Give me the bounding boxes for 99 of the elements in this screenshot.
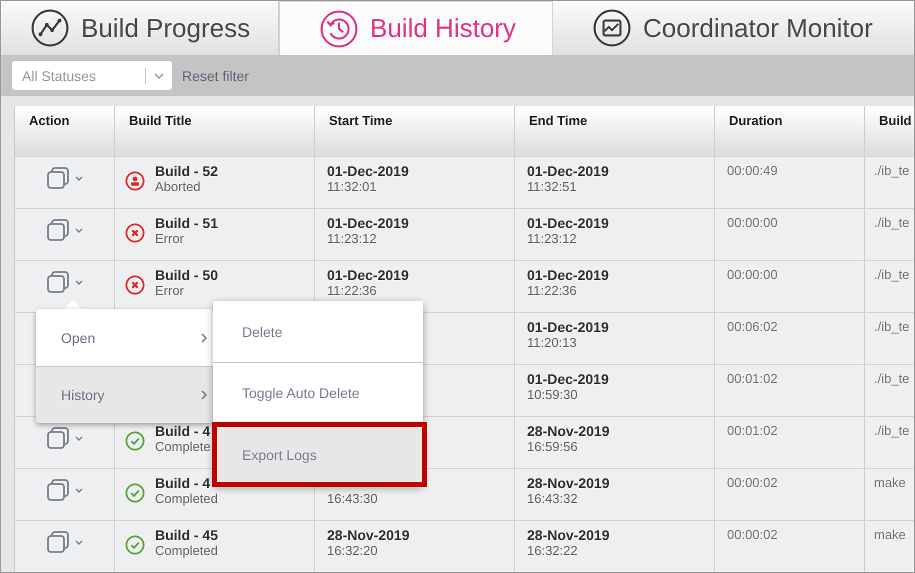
build-title: Build - 4 (155, 423, 211, 439)
start-time: 11:23:12 (327, 231, 378, 246)
build-command: ./ib_te (874, 371, 910, 386)
end-date: 28-Nov-2019 (527, 527, 610, 543)
duration: 00:00:00 (727, 267, 778, 282)
stacked-squares-icon (46, 479, 70, 501)
build-title: Build - 52 (155, 163, 218, 179)
duration: 00:00:02 (727, 475, 778, 490)
column-header: Build (865, 106, 914, 156)
start-date: 01-Dec-2019 (327, 163, 409, 179)
build-command: make (874, 475, 906, 490)
duration: 00:00:00 (727, 215, 778, 230)
tab[interactable]: Build History (279, 1, 553, 55)
column-header: Action (15, 106, 115, 156)
menu-item[interactable]: Export Logs (213, 423, 426, 486)
end-time: 16:32:22 (527, 543, 579, 558)
action-button[interactable] (46, 479, 83, 501)
action-button[interactable] (46, 531, 83, 553)
column-header: Build Title (115, 106, 315, 156)
end-time: 10:59:30 (527, 387, 579, 402)
chevron-down-icon (154, 72, 164, 78)
chevron-down-icon (75, 176, 83, 180)
end-time: 11:23:12 (527, 231, 578, 246)
duration: 00:06:02 (727, 319, 778, 334)
tab[interactable]: Build Progress (1, 1, 279, 55)
start-date: 01-Dec-2019 (327, 215, 409, 231)
start-date: 28-Nov-2019 (327, 527, 410, 543)
column-header: Duration (715, 106, 865, 156)
reset-filter-link[interactable]: Reset filter (182, 68, 249, 84)
build-title: Build - 45 (155, 527, 218, 543)
column-header: Start Time (315, 106, 515, 156)
stacked-squares-icon (46, 219, 70, 241)
build-status: Completed (155, 491, 218, 506)
check-icon (125, 431, 145, 451)
start-time: 11:22:36 (327, 283, 378, 298)
build-command: ./ib_te (874, 215, 910, 230)
check-icon (125, 535, 145, 555)
build-command: ./ib_te (874, 319, 910, 334)
clock-icon (320, 10, 358, 48)
duration: 00:00:49 (727, 163, 778, 178)
duration: 00:01:02 (727, 423, 778, 438)
end-time: 11:32:51 (527, 179, 578, 194)
chevron-down-icon (75, 436, 83, 440)
build-command: ./ib_te (874, 423, 910, 438)
line-graph-icon (31, 9, 69, 47)
end-time: 16:59:56 (527, 439, 579, 454)
build-status: Aborted (155, 179, 202, 194)
tab[interactable]: Coordinator Monitor (553, 1, 914, 55)
end-date: 01-Dec-2019 (527, 215, 609, 231)
stacked-squares-icon (46, 531, 70, 553)
start-time: 16:32:20 (327, 543, 379, 558)
menu-item[interactable]: Toggle Auto Delete (213, 362, 423, 423)
end-time: 11:22:36 (527, 283, 578, 298)
end-date: 28-Nov-2019 (527, 475, 610, 491)
build-status: Error (155, 231, 185, 246)
menu-item[interactable]: Open (36, 309, 213, 366)
end-time: 11:20:13 (527, 335, 578, 350)
chevron-down-icon (75, 488, 83, 492)
chevron-down-icon (75, 280, 83, 284)
build-title: Build - 4 (155, 475, 212, 491)
start-time: 16:43:30 (327, 491, 378, 506)
build-command: ./ib_te (874, 267, 910, 282)
start-date: 01-Dec-2019 (327, 267, 409, 283)
chevron-right-icon (201, 332, 207, 342)
action-button[interactable] (46, 271, 83, 293)
build-command: make (874, 527, 906, 542)
action-button[interactable] (46, 219, 83, 241)
action-button[interactable] (46, 167, 83, 189)
menu-item[interactable]: History (36, 366, 213, 423)
build-status: Error (155, 283, 185, 298)
end-date: 01-Dec-2019 (527, 163, 609, 179)
chevron-right-icon (201, 390, 207, 400)
error-icon (125, 275, 145, 295)
end-date: 01-Dec-2019 (527, 319, 609, 335)
stacked-squares-icon (46, 427, 70, 449)
end-time: 16:43:32 (527, 491, 579, 506)
build-title: Build - 51 (155, 215, 218, 231)
chevron-down-icon (75, 540, 83, 544)
end-date: 28-Nov-2019 (527, 423, 610, 439)
stacked-squares-icon (46, 271, 70, 293)
build-status: Complete (155, 439, 211, 454)
check-icon (125, 483, 145, 503)
end-date: 01-Dec-2019 (527, 267, 609, 283)
status-select[interactable]: All Statuses (12, 61, 172, 90)
column-header: End Time (515, 106, 715, 156)
build-command: ./ib_te (874, 163, 910, 178)
duration: 00:01:02 (727, 371, 778, 386)
error-icon (125, 223, 145, 243)
chart-icon (593, 9, 631, 47)
chevron-down-icon (75, 228, 83, 232)
build-title: Build - 50 (155, 267, 218, 283)
person-status-icon (125, 171, 145, 191)
start-time: 11:32:01 (327, 179, 378, 194)
action-button[interactable] (46, 427, 83, 449)
build-status: Completed (155, 543, 218, 558)
menu-item[interactable]: Delete (213, 301, 423, 362)
duration: 00:00:02 (727, 527, 778, 542)
end-date: 01-Dec-2019 (527, 371, 609, 387)
stacked-squares-icon (46, 167, 70, 189)
